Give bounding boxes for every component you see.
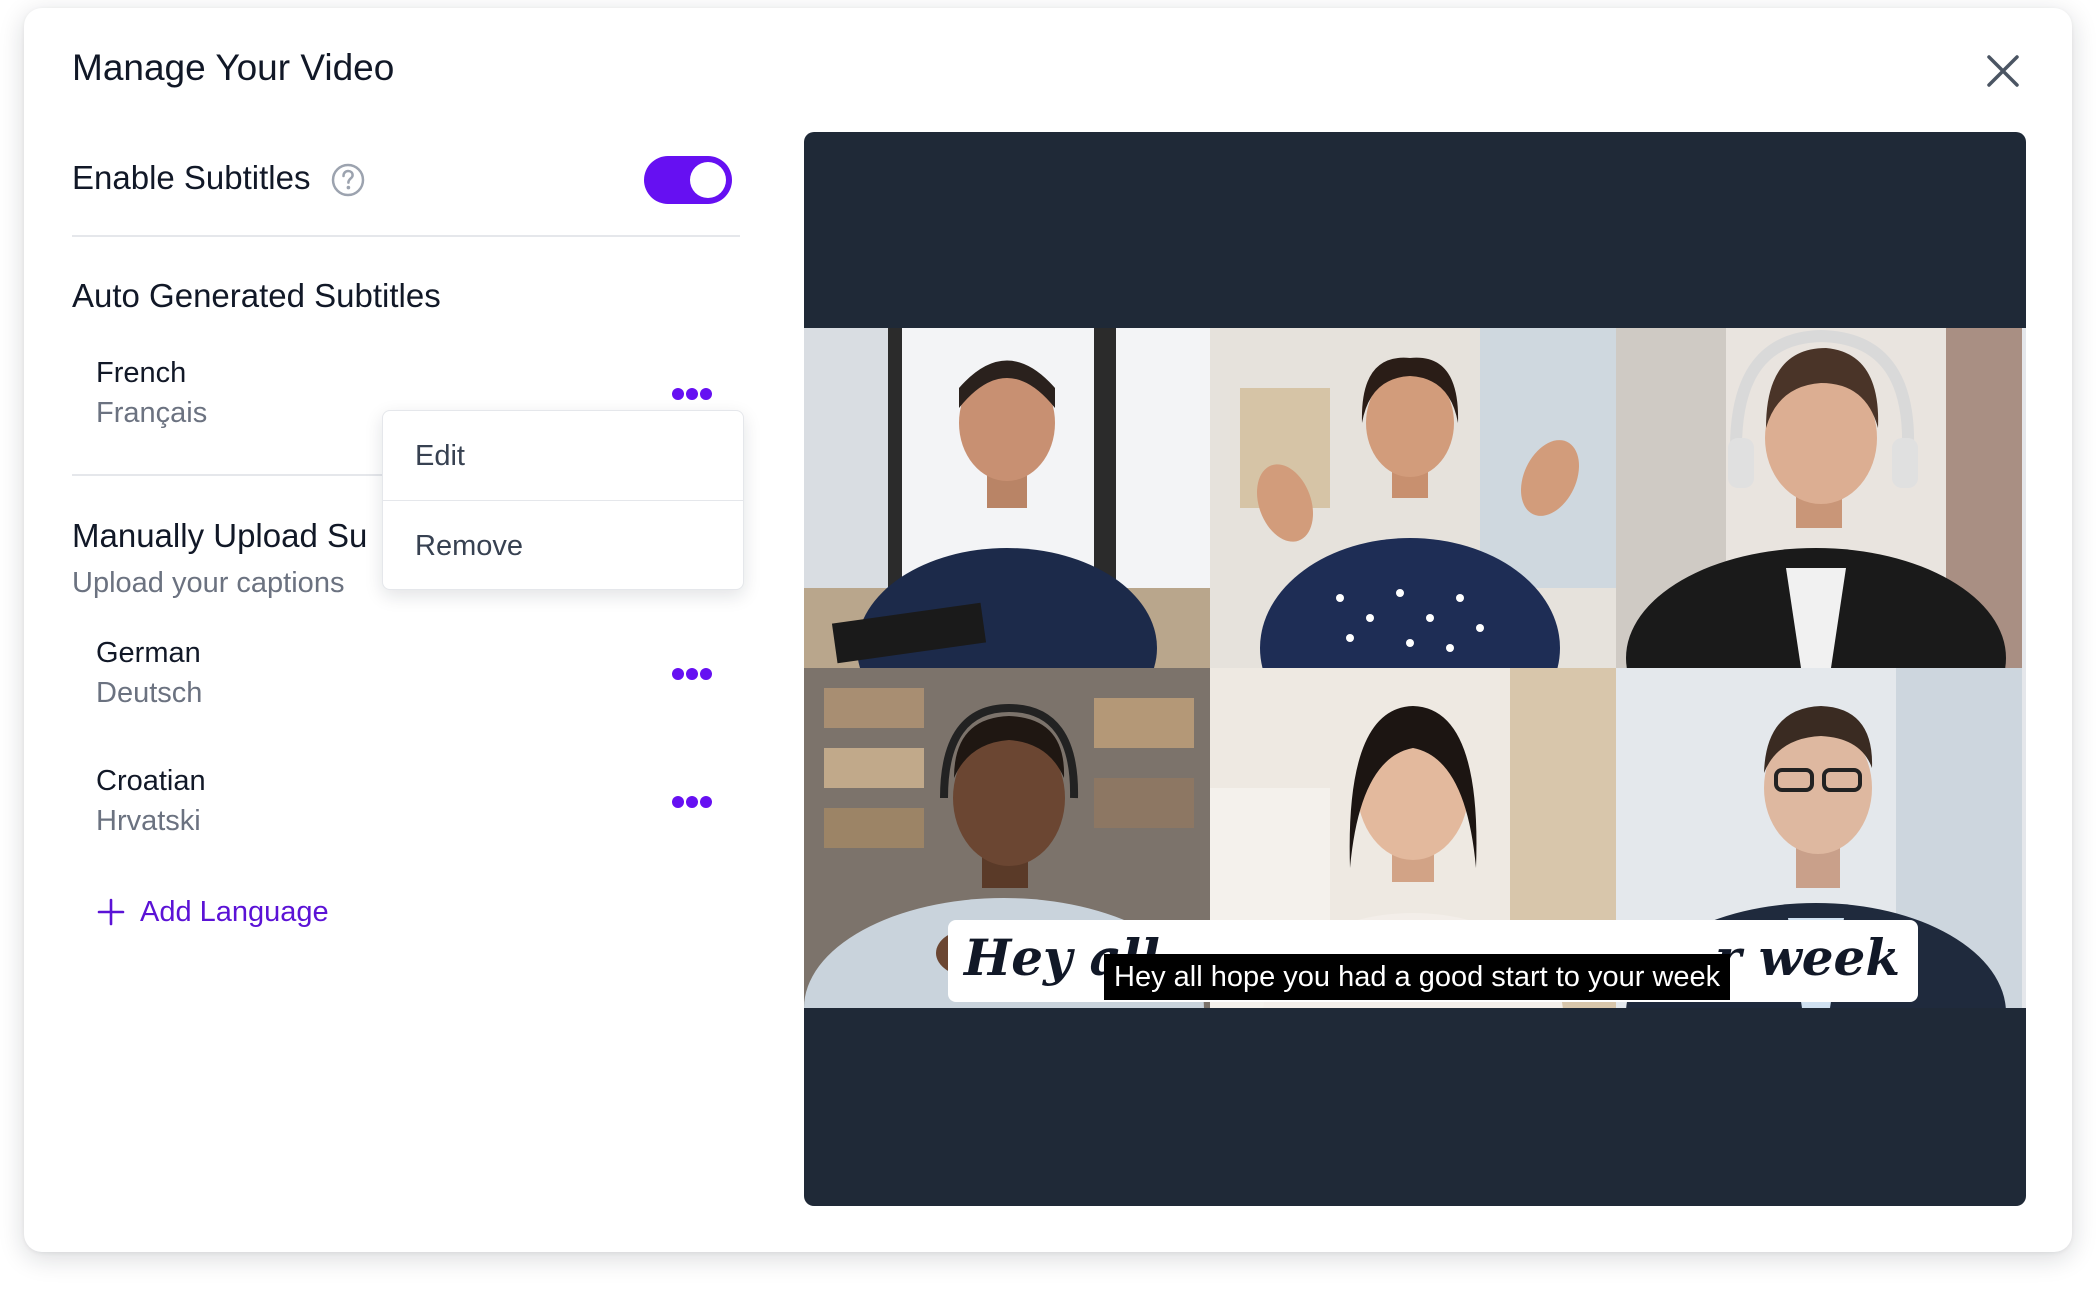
language-native-croatian: Hrvatski — [96, 805, 201, 837]
burned-caption-right: r week — [1714, 928, 1900, 987]
language-name-german: German — [96, 637, 201, 669]
menu-item-remove[interactable]: Remove — [383, 501, 743, 589]
toggle-knob — [690, 162, 726, 198]
language-native-german: Deutsch — [96, 677, 203, 709]
menu-item-edit[interactable]: Edit — [383, 411, 743, 501]
enable-subtitles-label: Enable Subtitles — [72, 159, 311, 196]
manage-video-modal: Manage Your Video Enable Subtitles Auto … — [24, 8, 2072, 1252]
add-language-label: Add Language — [140, 895, 329, 928]
more-options-icon[interactable] — [668, 662, 716, 686]
participant-video-tile — [804, 328, 1210, 668]
more-options-icon[interactable] — [668, 382, 716, 406]
enable-subtitles-toggle[interactable] — [644, 156, 732, 204]
divider — [72, 235, 740, 237]
participant-video-tile — [1616, 328, 2022, 668]
language-native-french: Français — [96, 397, 208, 429]
close-icon[interactable] — [1980, 48, 2026, 94]
manual-upload-subtitle: Upload your captions — [72, 567, 345, 599]
more-options-icon[interactable] — [668, 790, 716, 814]
modal-title: Manage Your Video — [72, 47, 395, 88]
auto-generated-title: Auto Generated Subtitles — [72, 277, 441, 314]
add-language-button[interactable]: Add Language — [96, 892, 329, 932]
language-name-french: French — [96, 357, 187, 389]
participant-video-tile — [1210, 328, 1616, 668]
video-player[interactable]: Hey all r week Hey all hope you had a go… — [804, 132, 2026, 1206]
manual-upload-title: Manually Upload Su — [72, 517, 368, 554]
video-frame: Hey all r week Hey all hope you had a go… — [804, 328, 2026, 1008]
question-circle-icon[interactable] — [330, 162, 366, 198]
language-name-croatian: Croatian — [96, 765, 206, 797]
subtitle-overlay: Hey all hope you had a good start to you… — [1104, 954, 1731, 1000]
options-dropdown-menu: Edit Remove — [382, 410, 744, 590]
plus-icon — [97, 898, 125, 926]
